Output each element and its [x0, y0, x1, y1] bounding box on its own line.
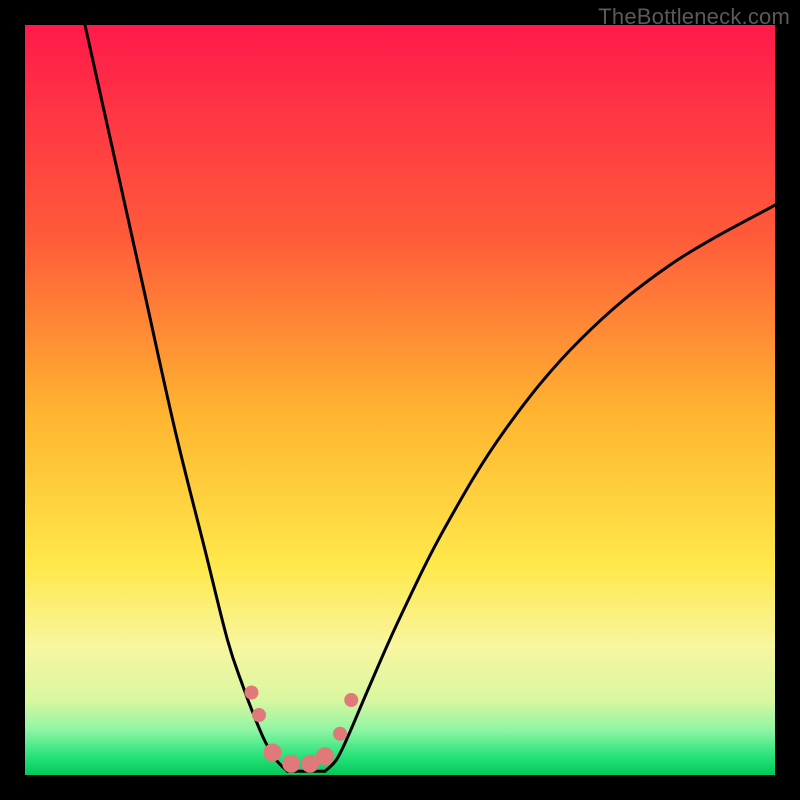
outer-frame: TheBottleneck.com [0, 0, 800, 800]
attribution-text: TheBottleneck.com [598, 4, 790, 30]
curve-right [325, 205, 775, 771]
curve-left [85, 25, 288, 771]
marker-dot [316, 747, 334, 765]
plot-area [25, 25, 775, 775]
marker-dot [252, 708, 266, 722]
valley-markers [245, 686, 359, 773]
marker-dot [282, 755, 300, 773]
marker-dot [245, 686, 259, 700]
marker-dot [264, 744, 282, 762]
marker-dot [344, 693, 358, 707]
curve-layer [25, 25, 775, 775]
marker-dot [333, 727, 347, 741]
